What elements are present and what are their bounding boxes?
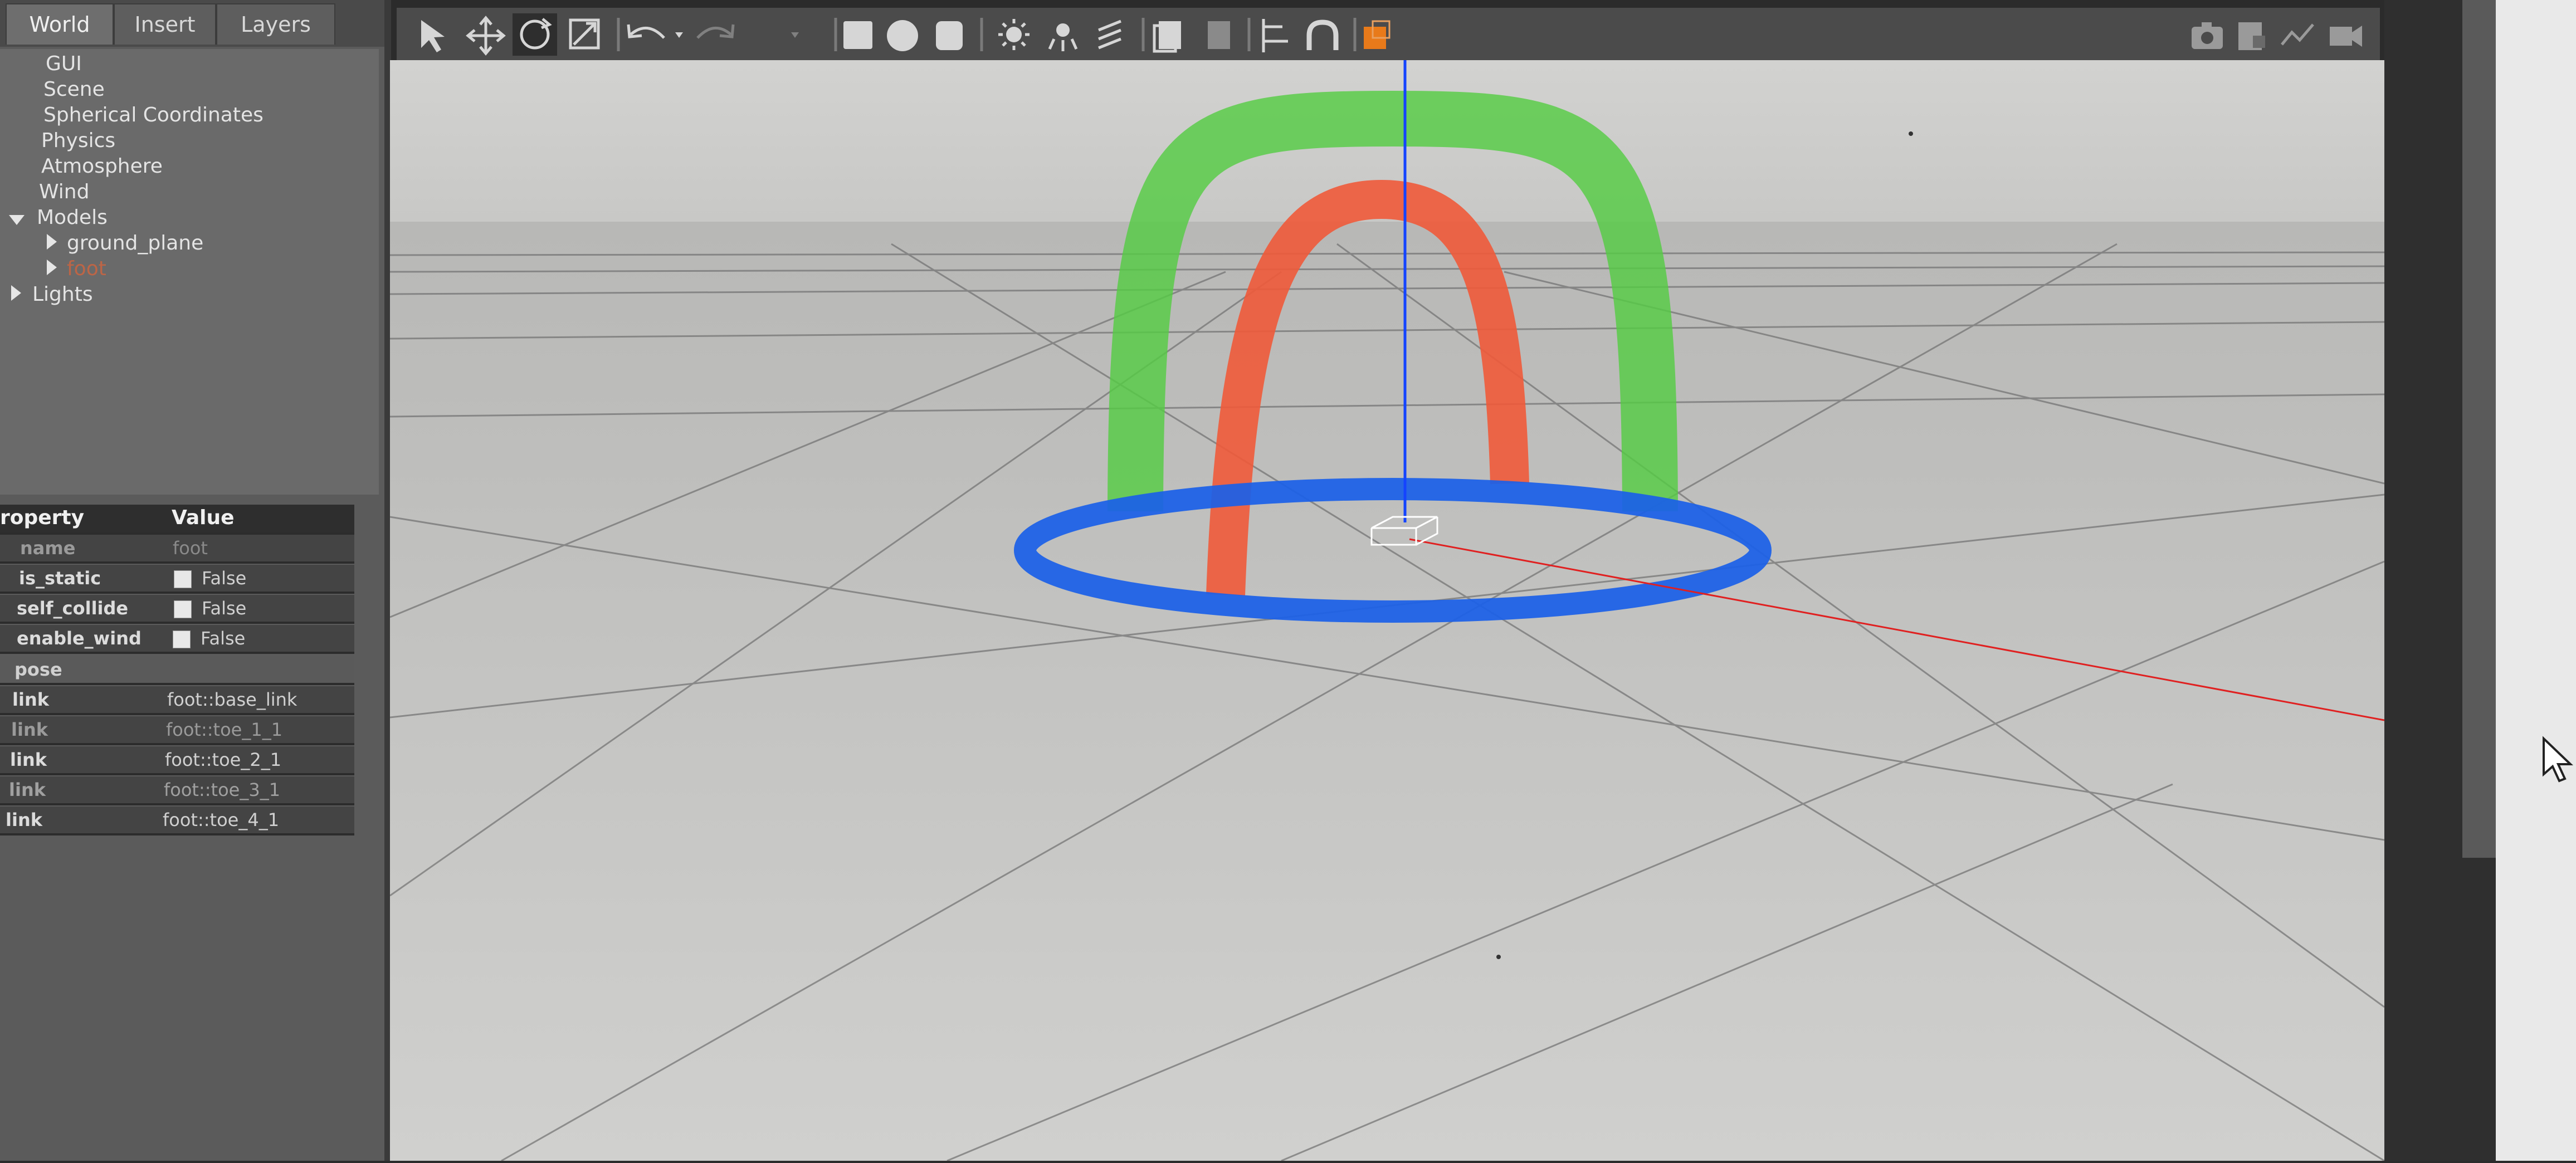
property-key: link	[11, 719, 48, 740]
property-key: pose	[14, 659, 62, 680]
property-row-link[interactable]: link foot::toe_2_1	[0, 746, 354, 775]
speck	[1909, 131, 1913, 136]
property-value: False	[202, 598, 247, 619]
property-row-link[interactable]: link foot::toe_3_1	[0, 776, 354, 805]
snap-icon[interactable]	[1306, 19, 1339, 50]
tree-item-ground-plane[interactable]: ground_plane	[67, 232, 203, 255]
property-key: self_collide	[17, 598, 129, 619]
point-light-icon[interactable]	[998, 19, 1030, 50]
property-header-row: roperty Value	[0, 505, 354, 535]
tree-item-spherical-coordinates[interactable]: Spherical Coordinates	[43, 104, 264, 126]
translate-icon[interactable]	[466, 16, 506, 56]
property-value[interactable]: foot	[173, 535, 208, 561]
property-column-header: roperty	[0, 506, 85, 529]
speck	[1496, 955, 1501, 959]
screenshot-icon[interactable]	[2192, 22, 2223, 49]
tree-item-atmosphere[interactable]: Atmosphere	[41, 155, 163, 178]
property-row-is-static[interactable]: is_static False	[0, 565, 354, 594]
align-icon[interactable]	[1262, 19, 1288, 52]
property-row-link[interactable]: link foot::base_link	[0, 686, 354, 715]
tree-item-physics[interactable]: Physics	[41, 129, 115, 152]
toolbar	[397, 8, 2380, 62]
undo-icon[interactable]	[627, 24, 665, 39]
property-key: link	[12, 689, 49, 710]
property-row-pose[interactable]: pose	[0, 656, 354, 685]
scene-canvas[interactable]	[389, 60, 2385, 1162]
enable-wind-checkbox[interactable]	[173, 631, 191, 648]
right-scrollbar[interactable]	[2462, 0, 2496, 858]
property-value: foot::toe_4_1	[163, 809, 280, 830]
rotate-active-bg	[513, 13, 557, 56]
view-angle-icon[interactable]	[1364, 20, 1391, 49]
log-icon[interactable]	[2238, 22, 2265, 50]
expand-lights-icon[interactable]	[11, 285, 21, 301]
tree-item-foot[interactable]: foot	[67, 257, 106, 280]
property-row-name[interactable]: name foot	[0, 535, 354, 564]
plot-icon[interactable]	[2281, 23, 2314, 46]
expand-foot-icon[interactable]	[47, 260, 57, 275]
tab-insert[interactable]: Insert	[114, 3, 216, 45]
property-value: False	[202, 568, 247, 589]
property-key: link	[6, 809, 42, 830]
undo-dropdown-icon[interactable]	[675, 32, 683, 38]
copy-icon[interactable]	[1153, 21, 1181, 53]
property-key: is_static	[19, 568, 101, 589]
expand-ground-plane-icon[interactable]	[47, 234, 57, 250]
scene-viewport[interactable]	[389, 60, 2385, 1162]
property-key: enable_wind	[17, 628, 142, 649]
tab-bar: World Insert Layers	[0, 0, 384, 47]
property-value: False	[201, 628, 246, 649]
video-record-icon[interactable]	[2330, 26, 2362, 47]
property-row-link[interactable]: link foot::toe_4_1	[0, 807, 354, 835]
right-edge	[2496, 0, 2576, 1161]
select-arrow-icon[interactable]	[421, 20, 445, 52]
property-row-enable-wind[interactable]: enable_wind False	[0, 625, 354, 654]
self-collide-checkbox[interactable]	[174, 600, 192, 618]
tab-layers[interactable]: Layers	[216, 3, 335, 45]
expand-models-icon[interactable]	[9, 215, 25, 225]
tree-item-lights[interactable]: Lights	[32, 283, 93, 306]
redo-icon[interactable]	[696, 24, 735, 39]
property-value: foot::base_link	[167, 689, 297, 710]
sphere-shape-icon[interactable]	[887, 20, 918, 51]
directional-light-icon[interactable]	[1098, 19, 1121, 50]
cylinder-shape-icon[interactable]	[936, 21, 963, 50]
tree-item-models[interactable]: Models	[37, 206, 108, 229]
tree-item-wind[interactable]: Wind	[39, 180, 89, 203]
tree-item-scene[interactable]: Scene	[43, 78, 105, 101]
ground-plane	[390, 222, 2384, 1161]
tab-world[interactable]: World	[6, 3, 114, 45]
property-value: foot::toe_2_1	[165, 749, 282, 770]
property-row-link[interactable]: link foot::toe_1_1	[0, 716, 354, 745]
property-value: foot::toe_3_1	[164, 779, 281, 800]
property-table: roperty Value name foot is_static False …	[0, 501, 357, 847]
box-shape-icon[interactable]	[843, 21, 872, 49]
property-key: link	[9, 779, 46, 800]
scale-icon[interactable]	[569, 18, 600, 50]
value-column-header: Value	[172, 506, 235, 529]
is-static-checkbox[interactable]	[174, 570, 192, 588]
redo-dropdown-icon[interactable]	[791, 32, 799, 38]
property-row-self-collide[interactable]: self_collide False	[0, 595, 354, 624]
spot-light-icon[interactable]	[1048, 23, 1078, 51]
property-value: foot::toe_1_1	[166, 719, 283, 740]
paste-icon[interactable]	[1208, 21, 1230, 49]
toolbar-icons	[421, 13, 2362, 56]
property-key: link	[10, 749, 47, 770]
tree-item-gui[interactable]: GUI	[46, 52, 82, 75]
property-key: name	[20, 537, 76, 559]
mouse-cursor-icon	[2543, 736, 2573, 783]
world-tree: GUI Scene Spherical Coordinates Physics …	[0, 49, 379, 495]
